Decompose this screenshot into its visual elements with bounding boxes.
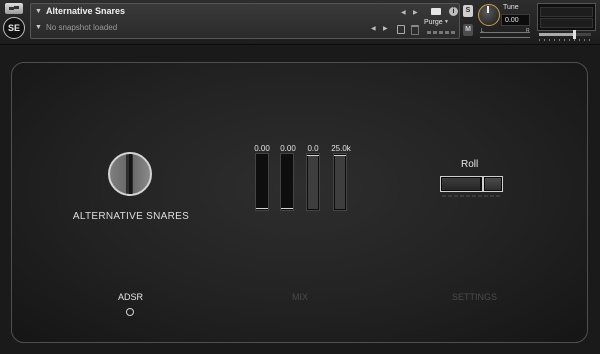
volume-slider[interactable] — [539, 33, 591, 36]
solo-button[interactable]: S — [463, 5, 473, 17]
knob-pointer — [129, 154, 132, 194]
tune-value-field[interactable]: 0.00 — [501, 14, 530, 26]
fader-4[interactable] — [333, 153, 347, 211]
meter-right-bar — [540, 18, 593, 28]
instrument-name-box: ▼ Alternative Snares ◀ ▶ i ▼ No snapshot… — [30, 3, 460, 39]
mute-button[interactable]: M — [463, 24, 473, 36]
instrument-name[interactable]: Alternative Snares — [46, 6, 125, 16]
fader-3-handle[interactable] — [307, 155, 319, 156]
next-arrow-icon[interactable]: ▶ — [413, 9, 418, 16]
purge-meter — [427, 31, 455, 34]
fader-4-value: 25.0k — [331, 144, 351, 153]
roll-switch-left — [442, 178, 480, 190]
fader-3[interactable] — [306, 153, 320, 211]
volume-scale — [539, 39, 591, 41]
camera-icon[interactable] — [431, 8, 441, 15]
wrench-icon[interactable] — [5, 3, 23, 14]
snapshot-menu-caret-icon[interactable]: ▼ — [35, 24, 42, 31]
roll-switch-divider — [482, 177, 484, 191]
fader-1-handle[interactable] — [256, 208, 268, 209]
purge-button[interactable]: Purge — [424, 19, 443, 26]
output-meter — [537, 3, 596, 31]
instrument-title: ALTERNATIVE SNARES — [72, 211, 190, 222]
tune-knob[interactable] — [478, 4, 500, 26]
se-logo: SE — [3, 17, 25, 39]
fader-1[interactable] — [255, 153, 269, 211]
instrument-menu-caret-icon[interactable]: ▼ — [35, 8, 42, 15]
info-icon[interactable]: i — [449, 7, 458, 16]
instrument-panel: ALTERNATIVE SNARES 0.00 0.00 0.0 25.0k R… — [11, 62, 588, 343]
roll-label: Roll — [461, 159, 479, 170]
snapshot-prev-arrow-icon[interactable]: ◀ — [371, 25, 376, 32]
tab-mix[interactable]: MIX — [292, 292, 308, 302]
fader-4-fill — [335, 155, 345, 209]
tab-adsr[interactable]: ADSR — [118, 292, 143, 302]
volume-slider-handle[interactable] — [573, 30, 576, 39]
main-knob[interactable] — [108, 152, 152, 196]
trash-icon[interactable] — [411, 25, 419, 35]
fader-3-fill — [308, 155, 318, 209]
snapshot-next-arrow-icon[interactable]: ▶ — [383, 25, 388, 32]
pan-slider[interactable] — [480, 32, 530, 38]
prev-arrow-icon[interactable]: ◀ — [401, 9, 406, 16]
tune-label: Tune — [503, 4, 519, 11]
roll-switch-right — [485, 178, 501, 190]
tab-settings[interactable]: SETTINGS — [452, 292, 497, 302]
fader-4-handle[interactable] — [334, 155, 346, 156]
roll-switch[interactable] — [440, 176, 503, 192]
fader-2-handle[interactable] — [281, 208, 293, 209]
active-tab-indicator — [126, 308, 134, 316]
roll-switch-reflection — [442, 195, 500, 197]
snapshot-name[interactable]: No snapshot loaded — [46, 23, 117, 32]
instrument-header: SE ▼ Alternative Snares ◀ ▶ i ▼ No snaps… — [0, 0, 600, 45]
fader-3-value: 0.0 — [307, 144, 319, 153]
floppy-icon[interactable] — [397, 25, 405, 34]
purge-caret-icon[interactable]: ▼ — [444, 19, 449, 25]
fader-2[interactable] — [280, 153, 294, 211]
meter-left-bar — [540, 7, 593, 17]
